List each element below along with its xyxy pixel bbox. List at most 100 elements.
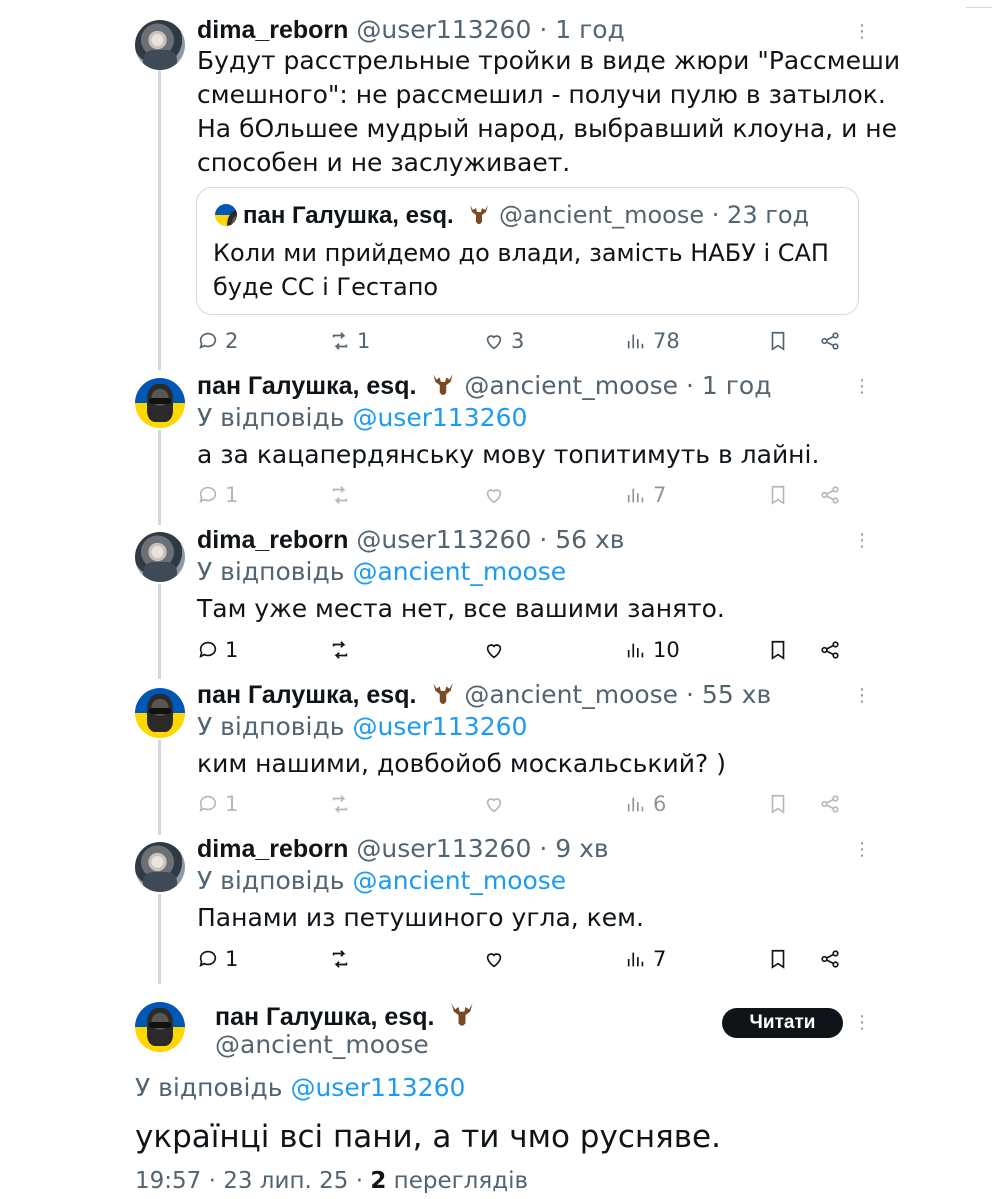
- like-button[interactable]: [483, 789, 511, 819]
- display-name[interactable]: dima_reborn: [197, 526, 348, 554]
- reply-button[interactable]: 1: [197, 635, 238, 665]
- tweet-text: Панами из петушиного угла, кем.: [197, 903, 644, 932]
- reply-icon: [199, 641, 217, 658]
- more-icon[interactable]: ⋮: [852, 840, 872, 860]
- user-handle[interactable]: @ancient_moose: [464, 371, 678, 400]
- reply-to: У відповідь @ancient_moose: [197, 865, 566, 897]
- separator: ·: [539, 834, 548, 863]
- reply-to-handle[interactable]: @user113260: [290, 1073, 465, 1102]
- reply-to-handle[interactable]: @user113260: [352, 403, 527, 432]
- share-button[interactable]: [819, 635, 841, 665]
- quote-avatar: [215, 204, 237, 226]
- bookmark-button[interactable]: [767, 635, 789, 665]
- share-button[interactable]: [819, 944, 841, 974]
- repost-button[interactable]: [329, 480, 357, 510]
- share-icon: [821, 950, 839, 968]
- timestamp[interactable]: 1 год: [702, 371, 772, 400]
- reply-button[interactable]: 1: [197, 789, 238, 819]
- repost-button[interactable]: [329, 944, 357, 974]
- separator: ·: [711, 201, 720, 229]
- views-button[interactable]: 10: [625, 635, 680, 665]
- user-handle[interactable]: @ancient_moose: [215, 1029, 429, 1061]
- reply-button[interactable]: 1: [197, 480, 238, 510]
- more-icon[interactable]: ⋮: [852, 531, 872, 551]
- repost-button[interactable]: [329, 789, 357, 819]
- bookmark-button[interactable]: [767, 944, 789, 974]
- post-date[interactable]: 23 лип. 25: [223, 1168, 348, 1194]
- user-handle[interactable]: @user113260: [356, 525, 531, 554]
- separator: ·: [539, 15, 548, 44]
- like-icon: [486, 798, 502, 813]
- user-handle[interactable]: @user113260: [356, 15, 531, 44]
- timestamp[interactable]: 9 хв: [555, 834, 608, 863]
- like-count: 3: [511, 329, 525, 353]
- avatar[interactable]: [135, 688, 185, 738]
- reply-to-handle[interactable]: @user113260: [352, 712, 527, 741]
- display-name[interactable]: пан Галушка, esq.: [197, 681, 416, 709]
- user-handle[interactable]: @user113260: [356, 834, 531, 863]
- bookmark-button[interactable]: [767, 480, 789, 510]
- views-button[interactable]: 78: [625, 326, 680, 356]
- reply-prefix: У відповідь: [135, 1073, 283, 1102]
- quoted-tweet[interactable]: пан Галушка, esq. @ancient_moose · 23 го…: [196, 187, 859, 315]
- bookmark-button[interactable]: [767, 789, 789, 819]
- display-name[interactable]: dima_reborn: [197, 835, 348, 863]
- views-icon: [627, 488, 644, 503]
- reply-count: 1: [225, 638, 239, 662]
- views-count: 6: [653, 792, 667, 816]
- timestamp[interactable]: 1 год: [555, 15, 625, 44]
- more-icon[interactable]: ⋮: [852, 686, 872, 706]
- avatar[interactable]: [135, 20, 185, 70]
- reply-to: У відповідь @ancient_moose: [197, 556, 566, 588]
- tweet-text: Будут расстрельные тройки в виде жюри "Р…: [197, 44, 900, 180]
- avatar[interactable]: [135, 842, 185, 892]
- like-button[interactable]: [483, 635, 511, 665]
- avatar[interactable]: [135, 532, 185, 582]
- moose-emoji-icon: [433, 683, 454, 704]
- action-bar: 1 7: [197, 480, 857, 510]
- display-name[interactable]: пан Галушка, esq.: [197, 372, 416, 400]
- share-button[interactable]: [819, 480, 841, 510]
- like-button[interactable]: [483, 480, 511, 510]
- more-icon[interactable]: ⋮: [852, 1013, 872, 1033]
- like-button[interactable]: [483, 944, 511, 974]
- views-count: 10: [653, 638, 680, 662]
- thread-line: [158, 430, 161, 525]
- action-bar: 1 6: [197, 789, 857, 819]
- share-icon: [821, 332, 839, 350]
- share-button[interactable]: [819, 789, 841, 819]
- follow-button[interactable]: Читати: [722, 1008, 843, 1038]
- timestamp[interactable]: 56 хв: [555, 525, 624, 554]
- repost-button[interactable]: 1: [329, 326, 370, 356]
- reply-to-handle[interactable]: @ancient_moose: [352, 557, 566, 586]
- reply-to: У відповідь @user113260: [135, 1072, 465, 1104]
- avatar[interactable]: [135, 1002, 185, 1052]
- reply-button[interactable]: 2: [197, 326, 238, 356]
- reply-to-handle[interactable]: @ancient_moose: [352, 866, 566, 895]
- views-button[interactable]: 7: [625, 944, 666, 974]
- reply-count: 2: [225, 329, 239, 353]
- quote-handle: @ancient_moose: [498, 201, 705, 229]
- bookmark-icon: [771, 485, 785, 505]
- bookmark-icon: [771, 640, 785, 660]
- display-name[interactable]: пан Галушка, esq.: [215, 1003, 434, 1031]
- display-name[interactable]: dima_reborn: [197, 16, 348, 44]
- bookmark-icon: [771, 949, 785, 969]
- bookmark-icon: [771, 331, 785, 351]
- more-icon[interactable]: ⋮: [852, 377, 872, 397]
- timestamp[interactable]: 55 хв: [702, 680, 771, 709]
- reply-button[interactable]: 1: [197, 944, 238, 974]
- share-button[interactable]: [819, 326, 841, 356]
- avatar[interactable]: [135, 378, 185, 428]
- views-button[interactable]: 6: [625, 789, 666, 819]
- user-handle[interactable]: @ancient_moose: [464, 680, 678, 709]
- quote-timestamp: 23 год: [727, 201, 810, 229]
- tweet-header: пан Галушка, esq. @ancient_moose · 55 хв: [197, 679, 771, 711]
- post-time[interactable]: 19:57: [135, 1168, 201, 1194]
- repost-button[interactable]: [329, 635, 357, 665]
- views-button[interactable]: 7: [625, 480, 666, 510]
- tweet-text: українці всі пани, а ти чмо русняве.: [135, 1119, 721, 1155]
- more-icon[interactable]: ⋮: [852, 22, 872, 42]
- like-button[interactable]: 3: [483, 326, 524, 356]
- bookmark-button[interactable]: [767, 326, 789, 356]
